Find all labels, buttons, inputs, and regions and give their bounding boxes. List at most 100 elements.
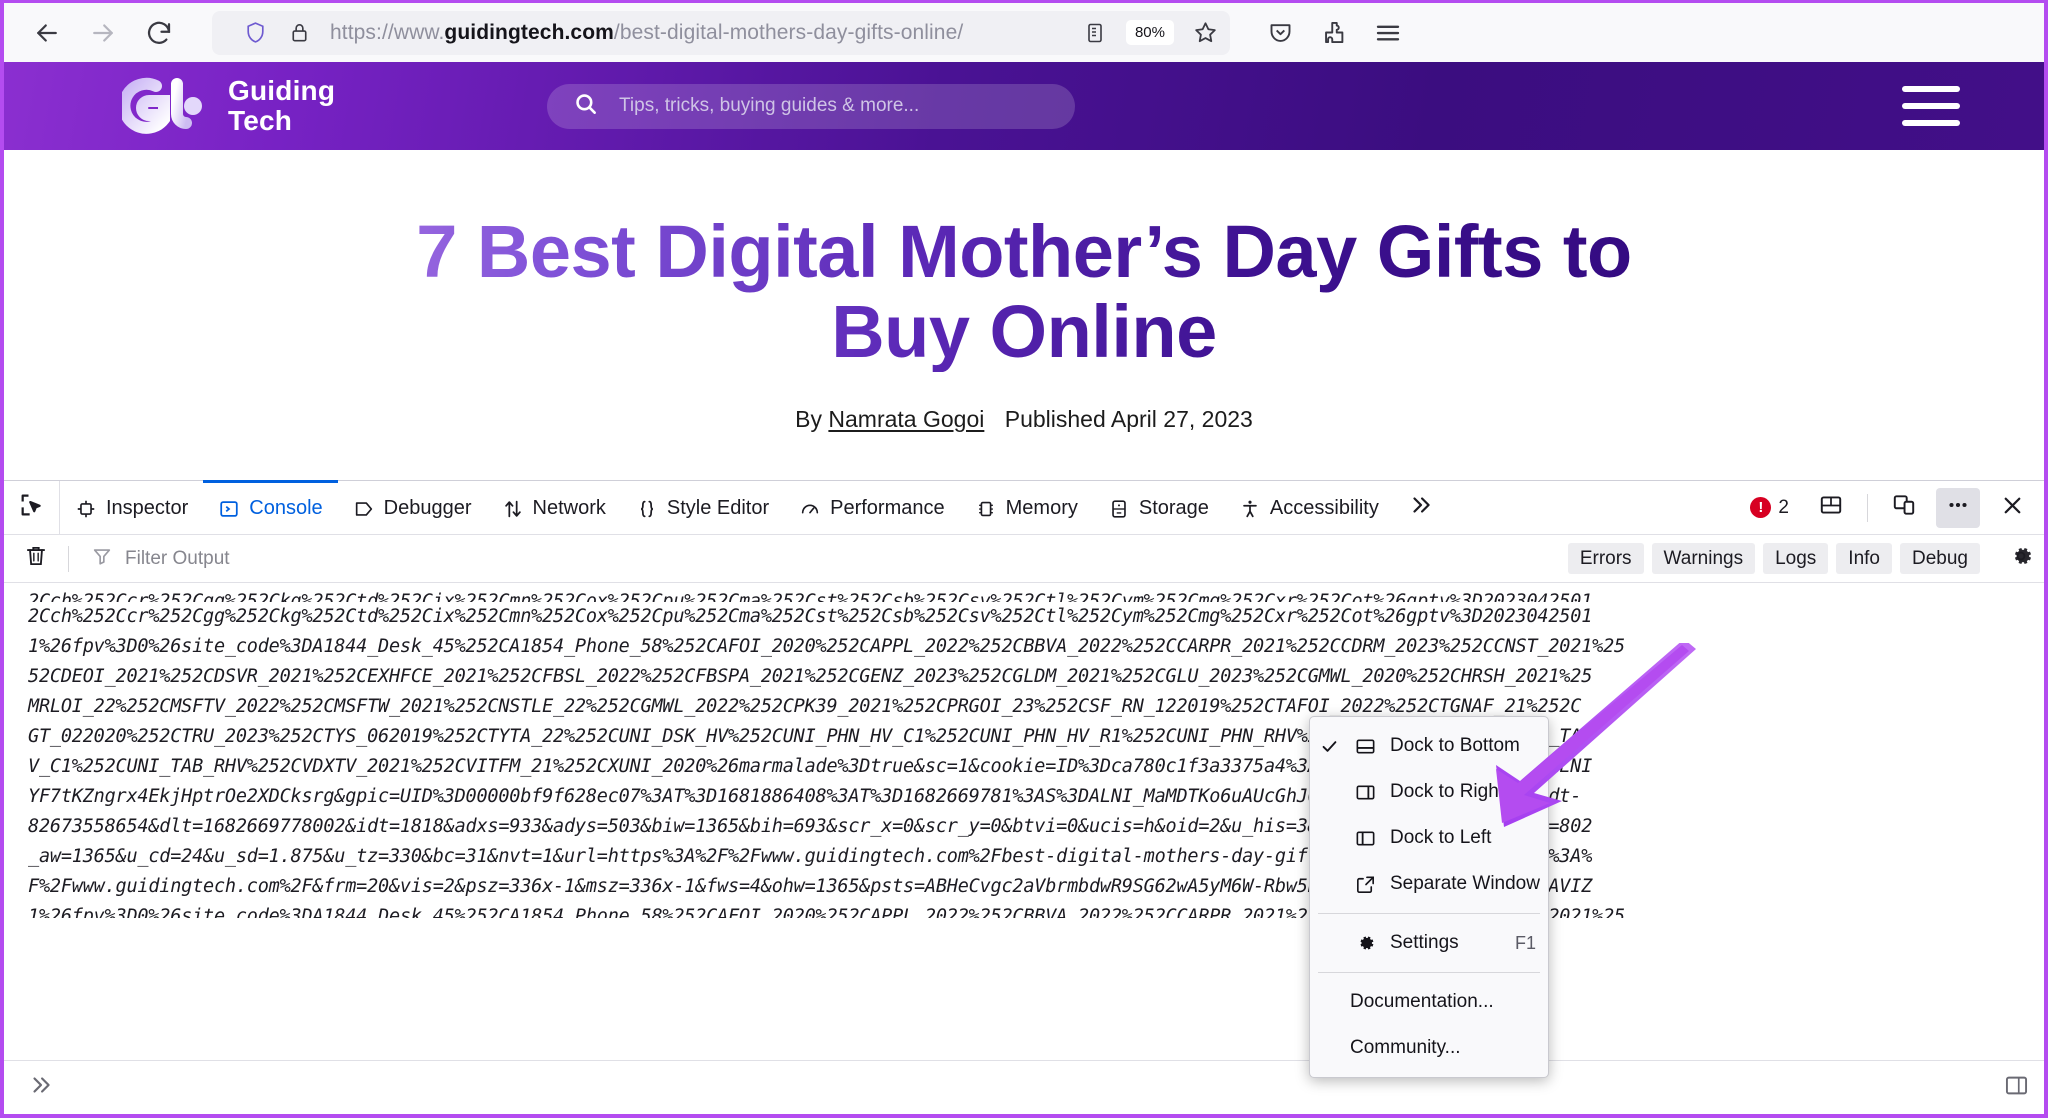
menu-item-dock-to-left[interactable]: Dock to Left (1310, 815, 1548, 861)
tab-accessibility[interactable]: Accessibility (1224, 480, 1394, 534)
console-line: _aw=1365&u_cd=24&u_sd=1.875&u_tz=330&bc=… (28, 846, 1593, 867)
console-icon (218, 498, 240, 520)
star-icon[interactable] (1188, 16, 1222, 50)
devtools-close-button[interactable] (1990, 488, 2034, 528)
tab-label: Performance (830, 497, 945, 519)
console-settings-button[interactable] (1998, 539, 2044, 579)
site-search-placeholder: Tips, tricks, buying guides & more... (619, 95, 920, 116)
filter-pill-debug[interactable]: Debug (1900, 542, 1980, 575)
funnel-icon (91, 545, 113, 572)
split-console-button[interactable] (1809, 488, 1853, 528)
console-line: 1%26fpv%3D0%26site_code%3DA1844_Desk_45%… (28, 906, 1625, 918)
console-line: 2Cch%252Ccr%252Cgg%252Ckg%252Ctd%252Cix%… (28, 591, 1593, 602)
tab-storage[interactable]: Storage (1093, 480, 1224, 534)
menu-item-community[interactable]: Community... (1310, 1025, 1548, 1071)
performance-icon (799, 498, 821, 520)
menu-item-dock-to-right[interactable]: Dock to Right (1310, 769, 1548, 815)
network-icon (502, 498, 524, 520)
site-header: Guiding Tech Tips, tricks, buying guides… (4, 62, 2044, 150)
devtools-overflow-button[interactable] (1394, 481, 1448, 534)
zoom-level-badge[interactable]: 80% (1125, 20, 1174, 45)
byline: By Namrata Gogoi Published April 27, 202… (4, 406, 2044, 433)
filter-pill-logs[interactable]: Logs (1763, 542, 1829, 575)
console-filter-toolbar: Filter Output Errors Warnings Logs Info … (4, 535, 2044, 583)
pocket-icon[interactable] (1260, 13, 1300, 53)
address-bar[interactable]: https://www.guidingtech.com/best-digital… (212, 10, 1230, 55)
error-count: 2 (1778, 496, 1789, 518)
debugger-icon (353, 498, 375, 520)
back-button[interactable] (22, 12, 72, 54)
byline-prefix: By (795, 405, 822, 432)
console-line: V_C1%252CUNI_TAB_RHV%252CVDXTV_2021%252C… (28, 756, 1593, 777)
element-picker-button[interactable] (4, 481, 60, 534)
menu-item-documentation[interactable]: Documentation... (1310, 979, 1548, 1025)
reader-view-icon[interactable] (1078, 16, 1112, 50)
forward-button[interactable] (78, 12, 128, 54)
site-logo[interactable]: Guiding Tech (118, 75, 335, 136)
inspector-icon (75, 498, 97, 520)
tab-debugger[interactable]: Debugger (338, 480, 487, 534)
menu-item-label: Dock to Bottom (1390, 735, 1520, 756)
menu-item-separate-window[interactable]: Separate Window (1310, 861, 1548, 907)
author-link[interactable]: Namrata Gogoi (828, 406, 984, 432)
tab-style-editor[interactable]: Style Editor (621, 480, 784, 534)
menu-item-settings[interactable]: Settings F1 (1310, 920, 1548, 966)
tab-memory[interactable]: Memory (960, 480, 1093, 534)
devtools-panel: Inspector Console Debugger Network Style… (4, 480, 2044, 1114)
element-picker-icon (18, 491, 46, 524)
filter-output-input[interactable]: Filter Output (79, 545, 1558, 572)
tab-console[interactable]: Console (203, 480, 338, 534)
devtools-options-context-menu: Dock to Bottom Dock to Right Dock to Lef… (1309, 716, 1549, 1078)
reload-icon (144, 18, 174, 48)
menu-item-label: Community... (1350, 1037, 1461, 1058)
url-text: https://www.guidingtech.com/best-digital… (330, 21, 1064, 45)
article-content: 7 Best Digital Mother’s Day Gifts to Buy… (4, 150, 2044, 433)
tab-performance[interactable]: Performance (784, 480, 960, 534)
site-hamburger-menu-icon[interactable] (1902, 86, 1960, 126)
console-line: 1%26fpv%3D0%26site_code%3DA1844_Desk_45%… (28, 636, 1625, 657)
responsive-design-mode-button[interactable] (1882, 488, 1926, 528)
dock-bottom-icon (1350, 735, 1380, 758)
dock-left-icon (1350, 827, 1380, 850)
extensions-icon[interactable] (1314, 13, 1354, 53)
brand-line-2: Tech (228, 105, 293, 136)
url-prefix: https://www. (330, 20, 445, 44)
console-editor-toggle[interactable] (2003, 1072, 2030, 1104)
site-search-box[interactable]: Tips, tricks, buying guides & more... (547, 83, 1075, 129)
devtools-tab-list: Inspector Console Debugger Network Style… (60, 480, 1740, 534)
reload-button[interactable] (134, 12, 184, 54)
hamburger-menu-icon[interactable] (1368, 13, 1408, 53)
tab-network[interactable]: Network (487, 480, 621, 534)
tab-label: Console (249, 497, 323, 519)
tab-label: Style Editor (666, 497, 770, 519)
devtools-toolbar-right: ! 2 (1740, 481, 2044, 534)
separate-window-icon (1350, 873, 1380, 896)
split-console-icon (1818, 492, 1844, 523)
error-count-badge[interactable]: ! 2 (1740, 497, 1799, 519)
storage-icon (1108, 498, 1130, 520)
filter-placeholder: Filter Output (125, 547, 230, 569)
more-options-icon (1945, 492, 1971, 523)
console-output[interactable]: 2Cch%252Ccr%252Cgg%252Ckg%252Ctd%252Cix%… (4, 583, 2044, 1060)
filter-pill-errors[interactable]: Errors (1567, 542, 1644, 575)
clear-console-button[interactable] (14, 541, 58, 577)
published-date: Published April 27, 2023 (1004, 405, 1253, 432)
forward-arrow-icon (88, 18, 118, 48)
console-line: F%2Fwww.guidingtech.com%2F&frm=20&vis=2&… (28, 876, 1593, 897)
console-prompt-icon[interactable] (18, 1072, 54, 1103)
tab-label: Storage (1138, 497, 1209, 519)
tab-label: Debugger (383, 497, 472, 519)
filter-pill-info[interactable]: Info (1836, 542, 1892, 575)
padlock-icon[interactable] (282, 16, 316, 50)
tab-inspector[interactable]: Inspector (60, 480, 203, 534)
menu-item-label: Dock to Right (1390, 781, 1505, 802)
url-path: /best-digital-mothers-day-gifts-online/ (613, 20, 964, 44)
menu-item-dock-to-bottom[interactable]: Dock to Bottom (1310, 723, 1548, 769)
close-icon (1999, 492, 2026, 524)
style-editor-icon (636, 498, 658, 520)
devtools-more-options-button[interactable] (1936, 487, 1980, 528)
guiding-tech-logo-icon (118, 76, 208, 136)
filter-pill-warnings[interactable]: Warnings (1651, 542, 1756, 575)
shield-icon[interactable] (238, 16, 272, 50)
devtools-toolbar: Inspector Console Debugger Network Style… (4, 480, 2044, 535)
